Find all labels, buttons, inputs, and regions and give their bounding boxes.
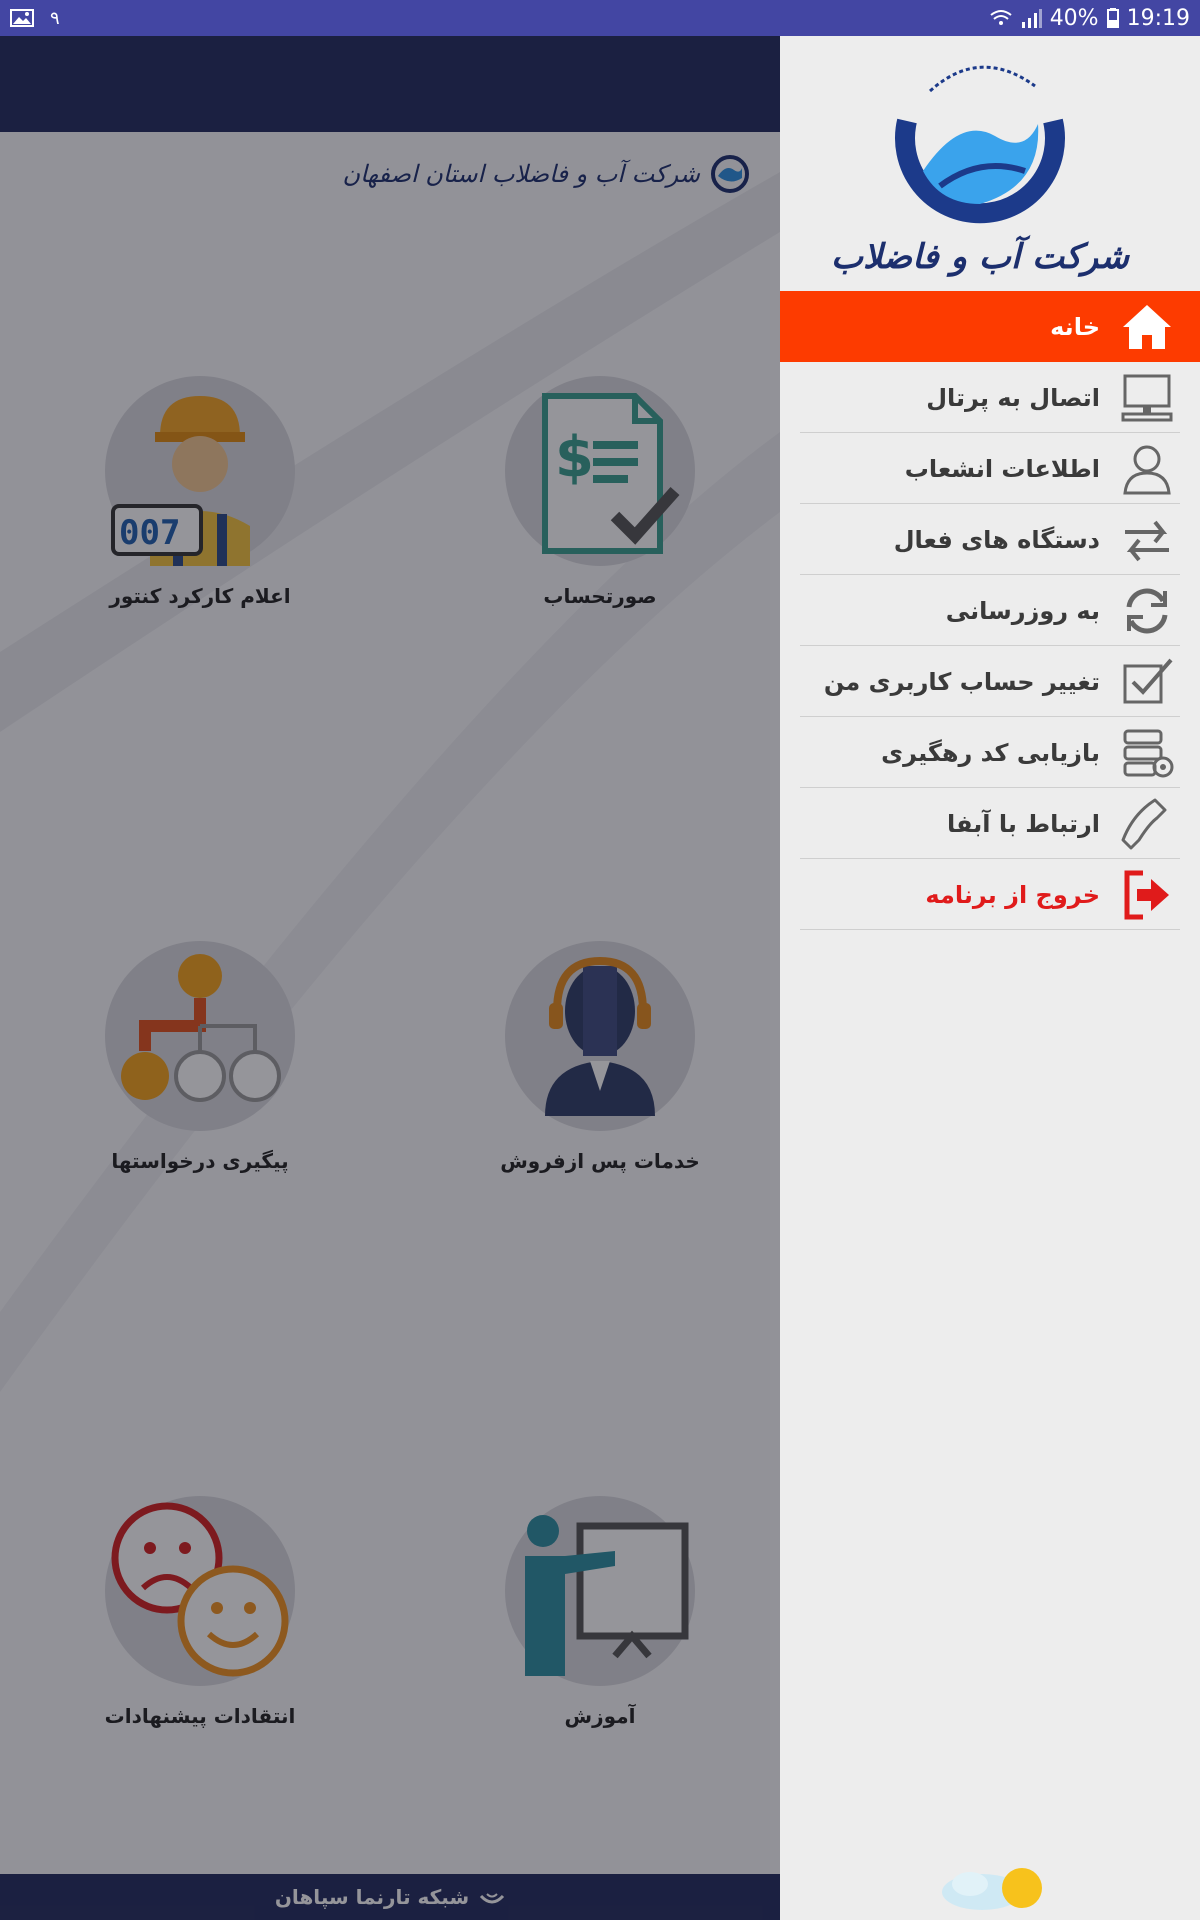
- main-screen: شرکت آب و فاضلاب استان اصفهان $ صورتحساب: [0, 36, 780, 1920]
- tile-meter-report-circle: 007: [105, 376, 295, 566]
- invoice-icon: $: [542, 393, 680, 554]
- menu-item-update[interactable]: به روزرسانی: [780, 575, 1200, 646]
- meter-worker-icon: 007: [111, 396, 250, 566]
- tile-after-sales-circle: [505, 941, 695, 1131]
- tile-request-tracking-circle: [105, 941, 295, 1131]
- transfer-arrows-icon: [1118, 511, 1176, 569]
- server-settings-icon: [1118, 724, 1176, 782]
- drawer-menu: خانه اتصال به پرتال اطلاعات انشعاب دستگا…: [780, 291, 1200, 930]
- home-icon: [1118, 298, 1176, 356]
- battery-icon: [1106, 8, 1119, 28]
- navigation-drawer: شرکت آب و فاضلاب خانه اتصال به پرتال اطل…: [780, 36, 1200, 1920]
- tile-training-circle: [505, 1496, 695, 1686]
- tile-meter-report-label: اعلام کارکرد کنتور: [109, 584, 291, 608]
- status-left: ۹: [10, 6, 60, 30]
- checkbox-edit-icon: [1118, 653, 1176, 711]
- menu-label: خانه: [1050, 312, 1100, 341]
- menu-item-contact[interactable]: ارتباط با آبفا: [780, 788, 1200, 859]
- abfa-logo-small-icon: [711, 155, 749, 193]
- tile-after-sales-label: خدمات پس ازفروش: [500, 1149, 700, 1173]
- tile-training[interactable]: آموزش: [450, 1496, 750, 1728]
- menu-item-exit[interactable]: خروج از برنامه: [780, 859, 1200, 930]
- footer-bar: شبکه تارنما سپاهان: [0, 1874, 780, 1920]
- support-agent-icon: [545, 956, 655, 1116]
- exit-icon: [1118, 866, 1176, 924]
- status-right: 40% 19:19: [990, 4, 1190, 32]
- wifi-icon: [990, 10, 1012, 25]
- menu-label: به روزرسانی: [945, 596, 1100, 625]
- tile-feedback-circle: [105, 1496, 295, 1686]
- tile-request-tracking[interactable]: پیگیری درخواستها: [50, 941, 350, 1173]
- signal-icon: [1021, 9, 1042, 28]
- menu-label: بازیابی کد رهگیری: [881, 738, 1100, 767]
- menu-label: خروج از برنامه: [925, 880, 1100, 909]
- tile-feedback-label: انتقادات پیشنهادات: [104, 1704, 296, 1728]
- menu-label: ارتباط با آبفا: [946, 809, 1100, 838]
- menu-item-active-devices[interactable]: دستگاه های فعال: [780, 504, 1200, 575]
- svg-text:$: $: [555, 425, 594, 490]
- menu-label: دستگاه های فعال: [893, 525, 1100, 554]
- menu-item-portal[interactable]: اتصال به پرتال: [780, 362, 1200, 433]
- computer-icon: [1118, 369, 1176, 427]
- tile-invoice-circle: $: [505, 376, 695, 566]
- menu-label: تغییر حساب کاربری من: [823, 667, 1100, 696]
- tile-invoice-label: صورتحساب: [543, 584, 657, 608]
- tile-training-label: آموزش: [564, 1704, 636, 1728]
- footer-text: شبکه تارنما سپاهان: [274, 1885, 470, 1909]
- status-bar: ۹ 40% 19:19: [0, 0, 1200, 36]
- svg-text:007: 007: [119, 513, 180, 553]
- battery-percent: 40%: [1049, 5, 1099, 31]
- phone-icon: [1118, 795, 1176, 853]
- notification-char: ۹: [50, 7, 60, 29]
- drawer-header: شرکت آب و فاضلاب: [780, 36, 1200, 291]
- menu-label: اتصال به پرتال: [926, 383, 1100, 412]
- menu-item-change-account[interactable]: تغییر حساب کاربری من: [780, 646, 1200, 717]
- tile-request-tracking-label: پیگیری درخواستها: [111, 1149, 289, 1173]
- tile-after-sales[interactable]: خدمات پس ازفروش: [450, 941, 750, 1173]
- tarnama-logo-icon: [480, 1893, 505, 1904]
- tile-invoice[interactable]: $ صورتحساب: [450, 376, 750, 608]
- clock: 19:19: [1126, 5, 1190, 31]
- request-tracking-icon: [121, 954, 281, 1102]
- tile-feedback[interactable]: انتقادات پیشنهادات: [50, 1496, 350, 1728]
- brand-title: شرکت آب و فاضلاب استان اصفهان: [342, 160, 700, 188]
- image-notification-icon: [10, 9, 34, 27]
- user-icon: [1118, 440, 1176, 498]
- training-icon: [525, 1515, 689, 1676]
- menu-item-branch-info[interactable]: اطلاعات انشعاب: [780, 433, 1200, 504]
- app-bar: [0, 36, 780, 132]
- menu-item-home[interactable]: خانه: [780, 291, 1200, 362]
- drawer-logo-title: شرکت آب و فاضلاب: [831, 234, 1130, 277]
- abfa-logo-icon: شرکت آب و فاضلاب: [831, 65, 1131, 277]
- feedback-faces-icon: [111, 1502, 289, 1677]
- refresh-icon: [1118, 582, 1176, 640]
- menu-divider: [800, 929, 1180, 930]
- weather-sun-cloud-icon: [942, 1868, 1042, 1910]
- menu-label: اطلاعات انشعاب: [904, 454, 1100, 483]
- tile-meter-report[interactable]: 007 اعلام کارکرد کنتور: [50, 376, 350, 608]
- brand-header: شرکت آب و فاضلاب استان اصفهان: [342, 154, 750, 194]
- menu-item-tracking-recovery[interactable]: بازیابی کد رهگیری: [780, 717, 1200, 788]
